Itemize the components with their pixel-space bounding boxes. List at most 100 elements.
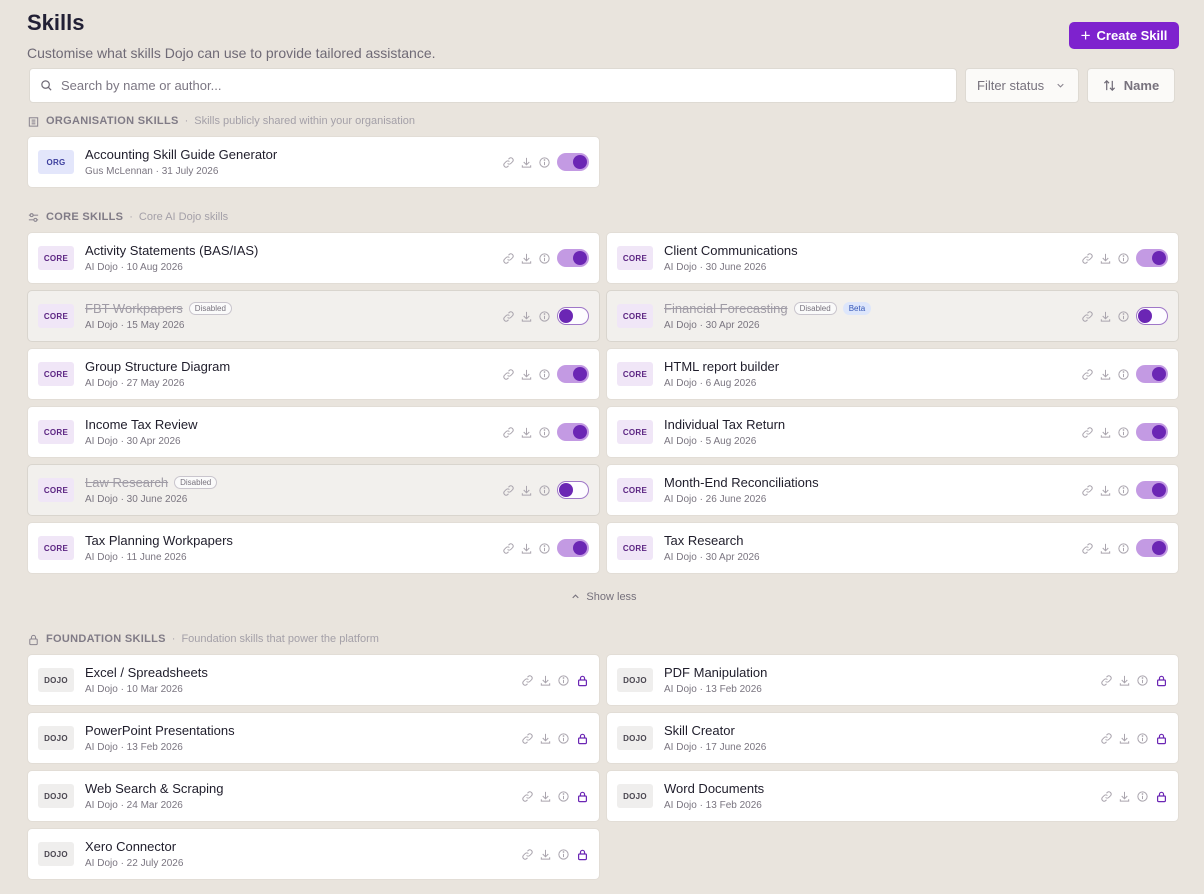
info-icon[interactable] [538, 542, 551, 555]
skill-card[interactable]: CORE Law Research Disabled AI Dojo · 30 Jun… [27, 464, 600, 516]
filter-status-select[interactable]: Filter status [965, 68, 1079, 103]
info-icon[interactable] [1117, 310, 1130, 323]
skill-enabled-toggle[interactable] [1136, 365, 1168, 383]
link-icon[interactable] [502, 252, 515, 265]
skill-enabled-toggle[interactable] [557, 153, 589, 171]
info-icon[interactable] [538, 484, 551, 497]
download-icon[interactable] [1099, 542, 1112, 555]
info-icon[interactable] [538, 310, 551, 323]
link-icon[interactable] [1081, 542, 1094, 555]
info-icon[interactable] [1117, 368, 1130, 381]
info-icon[interactable] [1117, 426, 1130, 439]
link-icon[interactable] [1100, 790, 1113, 803]
download-icon[interactable] [520, 484, 533, 497]
skill-enabled-toggle[interactable] [1136, 539, 1168, 557]
link-icon[interactable] [521, 790, 534, 803]
link-icon[interactable] [502, 426, 515, 439]
download-icon[interactable] [1118, 674, 1131, 687]
download-icon[interactable] [539, 674, 552, 687]
search-input[interactable] [61, 78, 956, 93]
download-icon[interactable] [520, 542, 533, 555]
info-icon[interactable] [538, 368, 551, 381]
download-icon[interactable] [1118, 790, 1131, 803]
download-icon[interactable] [539, 848, 552, 861]
link-icon[interactable] [1081, 368, 1094, 381]
search-box[interactable] [29, 68, 957, 103]
skill-card[interactable]: DOJO PowerPoint Presentations AI Dojo · 13… [27, 712, 600, 764]
skill-enabled-toggle[interactable] [557, 539, 589, 557]
info-icon[interactable] [1117, 484, 1130, 497]
info-icon[interactable] [557, 674, 570, 687]
download-icon[interactable] [1118, 732, 1131, 745]
info-icon[interactable] [538, 156, 551, 169]
skill-card[interactable]: DOJO Skill Creator AI Dojo · 17 June 2026 [606, 712, 1179, 764]
download-icon[interactable] [1099, 368, 1112, 381]
link-icon[interactable] [521, 732, 534, 745]
skill-enabled-toggle[interactable] [1136, 249, 1168, 267]
info-icon[interactable] [557, 790, 570, 803]
skill-card[interactable]: CORE Financial Forecasting Disabled Beta AI … [606, 290, 1179, 342]
skill-card[interactable]: CORE Tax Research AI Dojo · 30 Apr 2026 [606, 522, 1179, 574]
info-icon[interactable] [1117, 542, 1130, 555]
sort-button[interactable]: Name [1087, 68, 1175, 103]
skill-card[interactable]: DOJO Word Documents AI Dojo · 13 Feb 2026 [606, 770, 1179, 822]
skill-card[interactable]: ORG Accounting Skill Guide Generator Gus M… [27, 136, 600, 188]
link-icon[interactable] [1100, 732, 1113, 745]
skill-card[interactable]: CORE Tax Planning Workpapers AI Dojo · 11 … [27, 522, 600, 574]
download-icon[interactable] [1099, 310, 1112, 323]
info-icon[interactable] [1136, 790, 1149, 803]
skill-card[interactable]: CORE FBT Workpapers Disabled AI Dojo · 15 M… [27, 290, 600, 342]
link-icon[interactable] [1081, 310, 1094, 323]
skill-card[interactable]: CORE Month-End Reconciliations AI Dojo · 2… [606, 464, 1179, 516]
link-icon[interactable] [502, 310, 515, 323]
download-icon[interactable] [520, 426, 533, 439]
skill-enabled-toggle[interactable] [557, 423, 589, 441]
skill-enabled-toggle[interactable] [557, 481, 589, 499]
download-icon[interactable] [539, 732, 552, 745]
download-icon[interactable] [520, 252, 533, 265]
link-icon[interactable] [502, 156, 515, 169]
download-icon[interactable] [539, 790, 552, 803]
skill-enabled-toggle[interactable] [557, 365, 589, 383]
download-icon[interactable] [1099, 252, 1112, 265]
skill-card[interactable]: DOJO Xero Connector AI Dojo · 22 July 2026 [27, 828, 600, 880]
info-icon[interactable] [1117, 252, 1130, 265]
info-icon[interactable] [538, 426, 551, 439]
skill-card[interactable]: CORE Activity Statements (BAS/IAS) AI Dojo… [27, 232, 600, 284]
link-icon[interactable] [521, 674, 534, 687]
download-icon[interactable] [1099, 484, 1112, 497]
download-icon[interactable] [520, 368, 533, 381]
info-icon[interactable] [1136, 674, 1149, 687]
link-icon[interactable] [502, 542, 515, 555]
info-icon[interactable] [557, 732, 570, 745]
skill-enabled-toggle[interactable] [557, 307, 589, 325]
link-icon[interactable] [1100, 674, 1113, 687]
skill-card[interactable]: CORE Individual Tax Return AI Dojo · 5 Aug… [606, 406, 1179, 458]
info-icon[interactable] [1136, 732, 1149, 745]
link-icon[interactable] [502, 484, 515, 497]
link-icon[interactable] [1081, 252, 1094, 265]
skill-card[interactable]: CORE Income Tax Review AI Dojo · 30 Apr 20… [27, 406, 600, 458]
create-skill-button[interactable]: + Create Skill [1069, 22, 1179, 49]
link-icon[interactable] [502, 368, 515, 381]
download-icon[interactable] [520, 156, 533, 169]
skill-enabled-toggle[interactable] [1136, 307, 1168, 325]
skill-card[interactable]: CORE Group Structure Diagram AI Dojo · 27 … [27, 348, 600, 400]
toggle-knob [573, 541, 587, 555]
skill-enabled-toggle[interactable] [557, 249, 589, 267]
skill-card[interactable]: DOJO PDF Manipulation AI Dojo · 13 Feb 202… [606, 654, 1179, 706]
skill-card[interactable]: CORE HTML report builder AI Dojo · 6 Aug 2… [606, 348, 1179, 400]
link-icon[interactable] [1081, 426, 1094, 439]
skill-card[interactable]: CORE Client Communications AI Dojo · 30 Ju… [606, 232, 1179, 284]
download-icon[interactable] [520, 310, 533, 323]
download-icon[interactable] [1099, 426, 1112, 439]
skill-enabled-toggle[interactable] [1136, 423, 1168, 441]
skill-enabled-toggle[interactable] [1136, 481, 1168, 499]
show-less-button[interactable]: Show less [27, 590, 1179, 603]
info-icon[interactable] [557, 848, 570, 861]
skill-card[interactable]: DOJO Excel / Spreadsheets AI Dojo · 10 Mar… [27, 654, 600, 706]
skill-card[interactable]: DOJO Web Search & Scraping AI Dojo · 24 Ma… [27, 770, 600, 822]
info-icon[interactable] [538, 252, 551, 265]
link-icon[interactable] [1081, 484, 1094, 497]
link-icon[interactable] [521, 848, 534, 861]
